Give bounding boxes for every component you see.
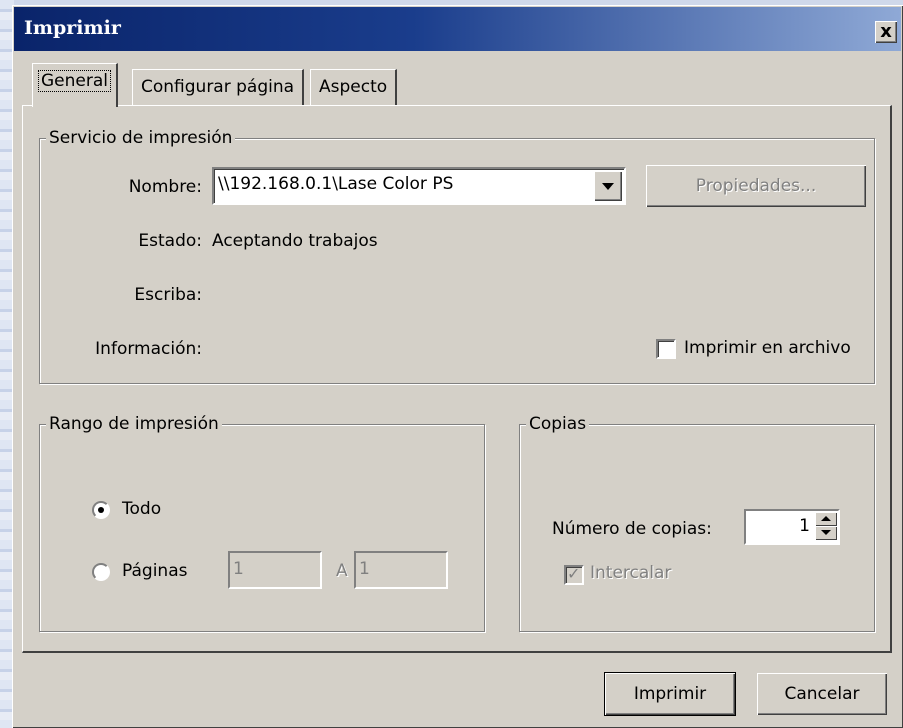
tab-general[interactable]: General [32, 63, 118, 107]
tab-aspecto-label: Aspecto [319, 77, 388, 97]
to-label: A [336, 561, 348, 581]
properties-button[interactable]: Propiedades... [646, 165, 866, 207]
copies-group: Copias Número de copias: 1 Intercalar [519, 413, 875, 632]
status-value: Aceptando trabajos [212, 231, 378, 251]
print-service-legend: Servicio de impresión [46, 127, 236, 149]
copies-count-label: Número de copias: [552, 519, 712, 539]
print-to-file-label[interactable]: Imprimir en archivo [684, 338, 851, 358]
tab-general-label: General [38, 70, 111, 92]
tab-configurar-pagina-label: Configurar página [141, 77, 295, 97]
page-range-label[interactable]: Páginas [122, 561, 187, 581]
copies-count-stepper[interactable]: 1 [744, 509, 840, 545]
type-label: Escriba: [134, 285, 202, 305]
copies-count-value: 1 [799, 516, 810, 536]
name-label: Nombre: [128, 177, 202, 197]
print-dialog: Imprimir x General Configurar página Asp… [12, 5, 903, 728]
status-label: Estado: [138, 231, 202, 251]
to-page-field[interactable]: 1 [354, 551, 448, 589]
print-to-file-checkbox[interactable] [656, 339, 676, 359]
cancel-button[interactable]: Cancelar [757, 673, 887, 715]
printer-name-value: \\192.168.0.1\Lase Color PS [218, 174, 454, 194]
collate-label: Intercalar [590, 563, 672, 583]
spin-down-icon[interactable] [815, 526, 837, 540]
print-service-group: Servicio de impresión Nombre: \\192.168.… [39, 127, 875, 384]
collate-checkbox[interactable] [564, 564, 584, 585]
tab-aspecto[interactable]: Aspecto [310, 69, 398, 105]
print-range-legend: Rango de impresión [46, 413, 222, 435]
close-button[interactable]: x [875, 21, 897, 43]
printer-name-combobox[interactable]: \\192.168.0.1\Lase Color PS [212, 167, 626, 205]
print-button[interactable]: Imprimir [605, 673, 735, 715]
all-pages-radio[interactable] [92, 501, 110, 519]
tab-panel-general: Servicio de impresión Nombre: \\192.168.… [22, 105, 892, 653]
tab-configurar-pagina[interactable]: Configurar página [132, 69, 305, 105]
page-range-radio[interactable] [92, 563, 110, 581]
print-range-group: Rango de impresión Todo Páginas 1 A 1 [39, 413, 485, 632]
from-page-field[interactable]: 1 [228, 551, 322, 589]
spin-up-icon[interactable] [815, 512, 837, 526]
info-label: Información: [95, 339, 202, 359]
window-title: Imprimir [24, 17, 121, 39]
copies-legend: Copias [526, 413, 590, 435]
all-pages-label[interactable]: Todo [122, 499, 161, 519]
title-bar[interactable]: Imprimir x [14, 7, 901, 51]
chevron-down-icon[interactable] [594, 171, 622, 201]
